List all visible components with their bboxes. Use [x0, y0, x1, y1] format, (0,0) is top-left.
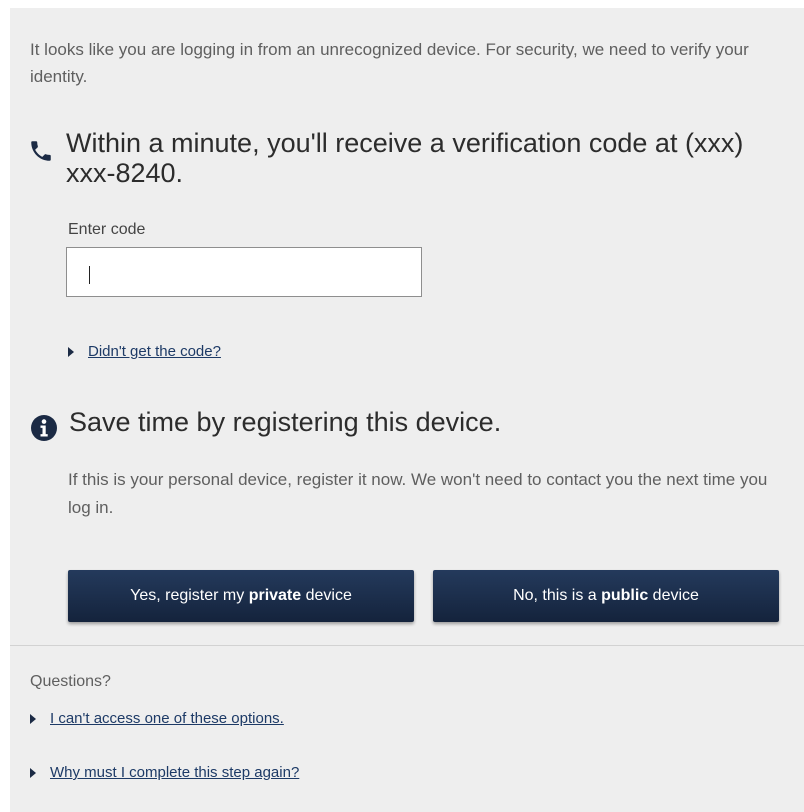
- info-icon: [31, 415, 57, 441]
- phone-icon: [31, 141, 51, 161]
- enter-code-label: Enter code: [68, 221, 146, 238]
- triangle-right-icon: [30, 713, 36, 724]
- register-private-suffix: device: [301, 587, 352, 604]
- triangle-right-icon: [30, 767, 36, 778]
- register-heading: Save time by registering this device.: [69, 407, 502, 437]
- why-again-link[interactable]: Why must I complete this step again?: [50, 764, 299, 781]
- register-private-button[interactable]: Yes, register my private device: [68, 570, 414, 622]
- intro-text: It looks like you are logging in from an…: [30, 40, 749, 86]
- register-description: If this is your personal device, registe…: [68, 470, 768, 517]
- didnt-get-code-link[interactable]: Didn't get the code?: [88, 343, 221, 360]
- public-device-bold: public: [601, 587, 649, 604]
- verification-panel: It looks like you are logging in from an…: [10, 8, 804, 812]
- public-device-suffix: device: [648, 587, 699, 604]
- public-device-prefix: No, this is a: [513, 587, 602, 604]
- verification-heading: Within a minute, you'll receive a verifi…: [66, 128, 744, 188]
- triangle-right-icon: [68, 346, 74, 357]
- questions-title: Questions?: [30, 673, 111, 690]
- didnt-get-code-toggle[interactable]: Didn't get the code?: [68, 343, 221, 360]
- why-again-toggle[interactable]: Why must I complete this step again?: [30, 764, 299, 781]
- text-caret: [89, 266, 90, 284]
- register-private-prefix: Yes, register my: [130, 587, 249, 604]
- public-device-button[interactable]: No, this is a public device: [433, 570, 779, 622]
- code-input[interactable]: [66, 247, 422, 297]
- register-private-bold: private: [248, 587, 302, 604]
- section-divider: [10, 645, 804, 646]
- cant-access-toggle[interactable]: I can't access one of these options.: [30, 710, 284, 727]
- cant-access-link[interactable]: I can't access one of these options.: [50, 710, 284, 727]
